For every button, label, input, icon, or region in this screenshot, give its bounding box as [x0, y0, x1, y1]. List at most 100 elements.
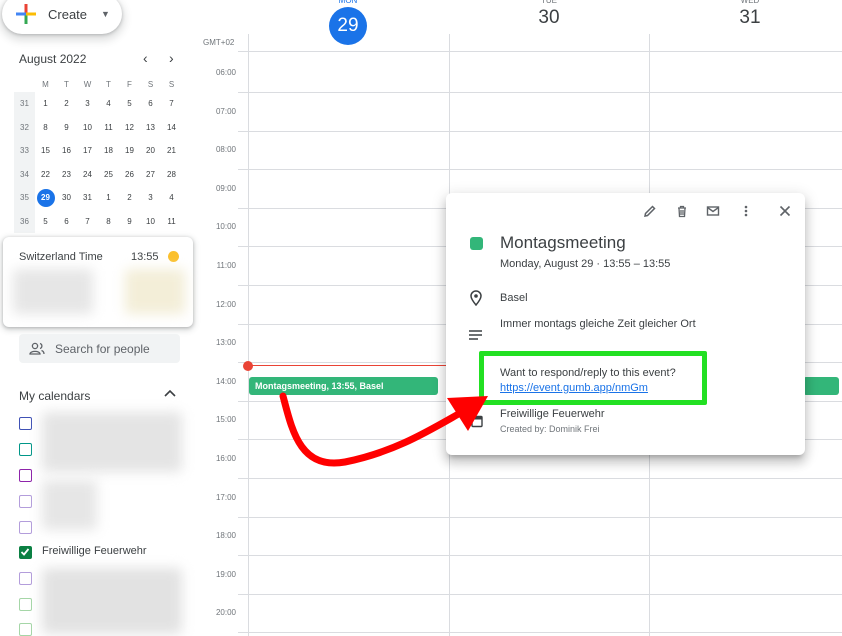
mini-calendar-week: 34 22 23 24 25 26 27 28: [14, 162, 182, 187]
mini-calendar-day[interactable]: 30: [56, 186, 77, 210]
event-details-popup: Montagsmeeting Monday, August 29 · 13:55…: [446, 193, 805, 455]
grid-divider: [238, 51, 842, 52]
mini-calendar-day[interactable]: 4: [98, 92, 119, 116]
event-chip[interactable]: Montagsmeeting, 13:55, Basel: [249, 377, 438, 395]
calendar-checkbox[interactable]: [19, 495, 32, 508]
mini-calendar-day[interactable]: 8: [98, 210, 119, 234]
day-header[interactable]: WED 31: [710, 0, 790, 29]
calendar-checkbox[interactable]: [19, 598, 32, 611]
mini-calendar-day[interactable]: 9: [119, 210, 140, 234]
day-header[interactable]: TUE 30: [509, 0, 589, 29]
world-clock-card: Switzerland Time 13:55: [3, 237, 193, 327]
mini-calendar-day[interactable]: 5: [119, 92, 140, 116]
highlight-box: [479, 351, 707, 405]
calendar-checkbox[interactable]: [19, 417, 32, 430]
mini-calendar-day[interactable]: 8: [35, 116, 56, 140]
chevron-right-icon[interactable]: ›: [169, 50, 174, 66]
week-number[interactable]: 36: [14, 209, 35, 233]
search-people-input[interactable]: Search for people: [19, 334, 180, 363]
mini-calendar-day[interactable]: 3: [77, 92, 98, 116]
plus-icon: [14, 2, 38, 26]
mini-calendar-today[interactable]: 29: [36, 188, 55, 207]
mini-calendar-day[interactable]: 1: [35, 92, 56, 116]
day-header[interactable]: MON 29: [308, 0, 388, 45]
calendar-checkbox[interactable]: [19, 469, 32, 482]
mini-calendar-day[interactable]: 25: [98, 163, 119, 187]
mini-calendar-day[interactable]: 12: [119, 116, 140, 140]
mini-calendar-week: 32 8 9 10 11 12 13 14: [14, 115, 182, 140]
mini-calendar-day[interactable]: 4: [161, 186, 182, 210]
week-number[interactable]: 31: [14, 92, 35, 116]
week-number[interactable]: 35: [14, 186, 35, 210]
calendar-label[interactable]: Freiwillige Feuerwehr: [42, 545, 147, 557]
mini-calendar-day[interactable]: 7: [77, 210, 98, 234]
mini-calendar-week: 31 1 2 3 4 5 6 7: [14, 92, 182, 116]
timezone-label: GMT+02: [203, 38, 235, 47]
chevron-left-icon[interactable]: ‹: [143, 50, 148, 66]
calendar-checkbox[interactable]: [19, 546, 32, 559]
mini-calendar-day[interactable]: 24: [77, 163, 98, 187]
mini-calendar-day[interactable]: 19: [119, 139, 140, 163]
week-number[interactable]: 34: [14, 162, 35, 186]
email-icon[interactable]: [706, 204, 720, 223]
mini-calendar-day[interactable]: 22: [35, 163, 56, 187]
mini-calendar-day[interactable]: 29: [35, 186, 56, 210]
chevron-up-icon[interactable]: [164, 386, 176, 400]
close-icon[interactable]: [778, 204, 792, 223]
edit-icon[interactable]: [643, 204, 657, 223]
week-number[interactable]: 32: [14, 115, 35, 139]
mini-calendar-day[interactable]: 26: [119, 163, 140, 187]
day-number[interactable]: 29: [329, 7, 367, 45]
blurred-calendar-names: [42, 480, 97, 530]
mini-calendar-day[interactable]: 5: [35, 210, 56, 234]
hour-label: 10:00: [215, 222, 236, 232]
weekday-label: T: [64, 79, 69, 89]
my-calendars-title[interactable]: My calendars: [19, 389, 90, 403]
mini-calendar-day[interactable]: 14: [161, 116, 182, 140]
mini-calendar-week: 35 29 30 31 1 2 3 4: [14, 186, 182, 210]
world-clock-zone: Switzerland Time: [19, 251, 103, 263]
mini-calendar-day[interactable]: 1: [98, 186, 119, 210]
mini-calendar-day[interactable]: 3: [140, 186, 161, 210]
calendar-checkbox[interactable]: [19, 443, 32, 456]
event-chip[interactable]: [803, 377, 839, 395]
calendar-checkbox[interactable]: [19, 623, 32, 636]
day-number[interactable]: 30: [509, 7, 589, 29]
mini-calendar-day[interactable]: 17: [77, 139, 98, 163]
mini-calendar-day[interactable]: 11: [161, 210, 182, 234]
mini-calendar-day[interactable]: 20: [140, 139, 161, 163]
hour-label: 07:00: [215, 106, 236, 116]
mini-calendar-day[interactable]: 2: [119, 186, 140, 210]
calendar-checkbox[interactable]: [19, 521, 32, 534]
hour-label: 16:00: [215, 454, 236, 463]
mini-calendar-day[interactable]: 10: [140, 210, 161, 234]
mini-calendar-day[interactable]: 2: [56, 92, 77, 116]
hour-label: 12:00: [215, 299, 236, 309]
mini-calendar-day[interactable]: 15: [35, 139, 56, 163]
mini-calendar-day[interactable]: 6: [140, 92, 161, 116]
more-options-icon[interactable]: [739, 204, 753, 223]
mini-calendar-day[interactable]: 21: [161, 139, 182, 163]
mini-calendar-day[interactable]: 18: [98, 139, 119, 163]
day-number[interactable]: 31: [710, 7, 790, 29]
mini-calendar-day[interactable]: 28: [161, 163, 182, 187]
hour-gridline: [238, 516, 842, 518]
mini-calendar-day[interactable]: 6: [56, 210, 77, 234]
mini-calendar-day[interactable]: 31: [77, 186, 98, 210]
mini-calendar-day[interactable]: 23: [56, 163, 77, 187]
mini-calendar-day[interactable]: 27: [140, 163, 161, 187]
mini-calendar-day[interactable]: 11: [98, 116, 119, 140]
calendar-icon: [471, 414, 483, 433]
mini-calendar-day[interactable]: 13: [140, 116, 161, 140]
week-number[interactable]: 33: [14, 139, 35, 163]
delete-icon[interactable]: [675, 204, 689, 223]
hour-gridline: [238, 593, 842, 595]
mini-calendar-day[interactable]: 16: [56, 139, 77, 163]
event-location: Basel: [500, 292, 528, 304]
calendar-checkbox[interactable]: [19, 572, 32, 585]
hour-gridline: [238, 92, 842, 93]
mini-calendar-day[interactable]: 7: [161, 92, 182, 116]
mini-calendar-day[interactable]: 10: [77, 116, 98, 140]
mini-calendar-day[interactable]: 9: [56, 116, 77, 140]
create-button[interactable]: Create ▼: [2, 0, 122, 34]
